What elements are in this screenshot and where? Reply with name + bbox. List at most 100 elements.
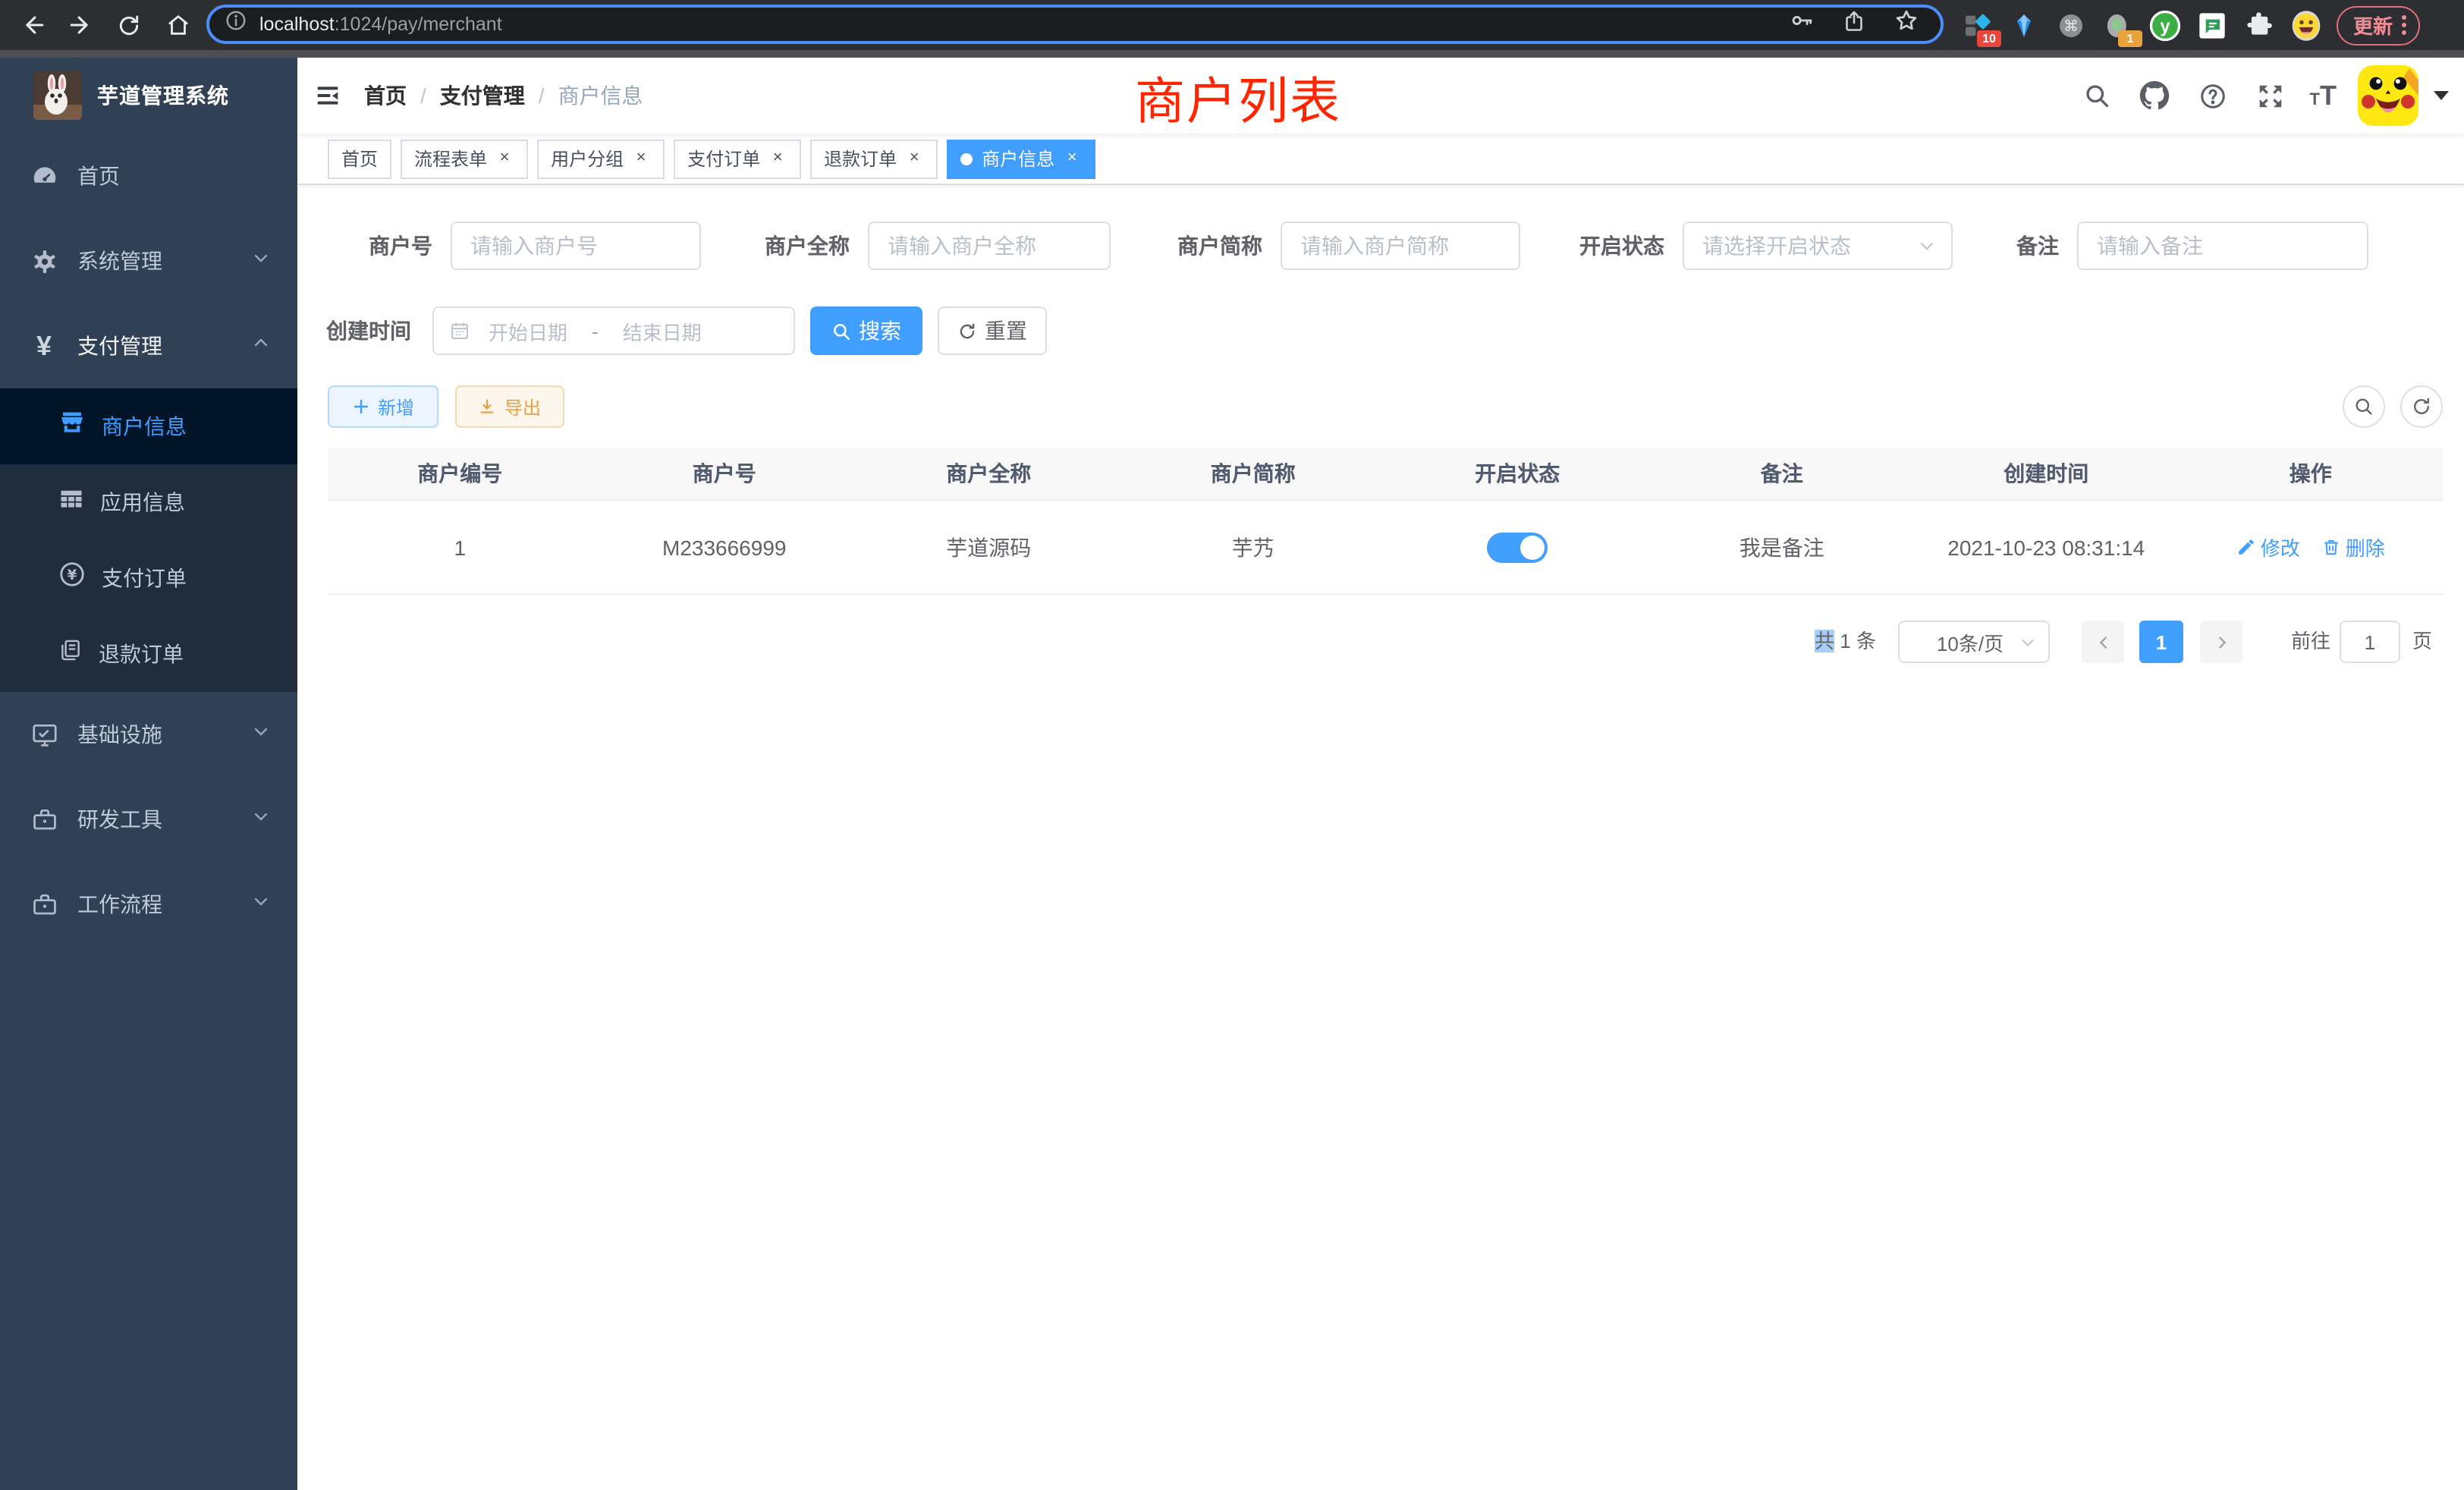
sidebar-item-pay-order[interactable]: ¥ 支付订单 — [0, 540, 297, 616]
show-search-toggle-button[interactable] — [2343, 385, 2385, 428]
toolbox-icon — [26, 801, 62, 838]
header-search-icon[interactable] — [2079, 77, 2116, 114]
page-number-1[interactable]: 1 — [2139, 621, 2183, 663]
browser-update-button[interactable]: 更新 — [2337, 5, 2420, 45]
tab-user-group[interactable]: 用户分组× — [537, 139, 665, 178]
avatar-caret-icon[interactable] — [2434, 91, 2449, 100]
chevron-down-icon — [252, 721, 270, 748]
github-icon[interactable] — [2137, 77, 2173, 114]
extension-yuque-icon[interactable]: y — [2148, 8, 2182, 42]
delete-link[interactable]: 删除 — [2321, 533, 2385, 561]
sidebar-item-workflow[interactable]: 工作流程 — [0, 862, 297, 947]
page-size-select[interactable]: 10条/页 — [1898, 621, 2050, 663]
sidebar-item-home[interactable]: 首页 — [0, 134, 297, 218]
toolbox-icon — [26, 886, 62, 923]
add-button[interactable]: 新增 — [328, 385, 438, 428]
edit-link[interactable]: 修改 — [2236, 533, 2300, 561]
extension-badge: 1 — [2118, 30, 2142, 46]
tab-refund-order[interactable]: 退款订单× — [810, 139, 938, 178]
sidebar-item-merchant-info[interactable]: 商户信息 — [0, 388, 297, 464]
prev-page-button[interactable] — [2082, 621, 2124, 663]
tab-close-icon[interactable]: × — [768, 149, 787, 168]
refresh-icon — [2411, 396, 2432, 417]
browser-forward-icon[interactable] — [61, 5, 100, 45]
refresh-table-button[interactable] — [2400, 385, 2443, 428]
profile-emoji-avatar[interactable] — [2290, 8, 2323, 42]
cell-full-name: 芋道源码 — [856, 501, 1121, 595]
merchant-table: 商户编号 商户号 商户全称 商户简称 开启状态 备注 创建时间 操作 1 M23… — [328, 448, 2443, 595]
sidebar-item-system[interactable]: 系统管理 — [0, 218, 297, 303]
font-size-icon[interactable]: TT — [2310, 80, 2337, 112]
breadcrumb-payment[interactable]: 支付管理 — [440, 80, 525, 111]
goto-page-input[interactable] — [2340, 621, 2400, 663]
date-range-picker[interactable]: 开始日期 - 结束日期 — [432, 306, 795, 355]
status-select[interactable]: 请选择开启状态 — [1683, 222, 1953, 270]
window-divider — [0, 50, 2464, 58]
tab-close-icon[interactable]: × — [1062, 149, 1082, 168]
next-page-button[interactable] — [2200, 621, 2242, 663]
browser-menu-icon[interactable] — [2402, 15, 2406, 35]
extension-gem-icon[interactable] — [2007, 8, 2041, 42]
full-name-input[interactable] — [868, 222, 1111, 270]
tab-merchant-info[interactable]: 商户信息× — [947, 139, 1095, 178]
sidebar-fold-icon[interactable] — [297, 58, 358, 134]
fullscreen-icon[interactable] — [2252, 77, 2289, 114]
breadcrumb-separator: / — [539, 83, 545, 108]
edit-label: 修改 — [2261, 533, 2300, 561]
sidebar-item-payment[interactable]: ¥ 支付管理 — [0, 303, 297, 388]
remark-input[interactable] — [2077, 222, 2368, 270]
browser-back-icon[interactable] — [12, 5, 52, 45]
svg-text:y: y — [2160, 15, 2170, 36]
reset-button[interactable]: 重置 — [938, 306, 1047, 355]
col-actions: 操作 — [2179, 448, 2444, 501]
breadcrumb-home[interactable]: 首页 — [364, 80, 407, 111]
sidebar-item-refund-order[interactable]: 退款订单 — [0, 616, 297, 692]
status-toggle[interactable] — [1487, 532, 1548, 562]
short-name-input[interactable] — [1281, 222, 1520, 270]
share-icon[interactable] — [1842, 8, 1866, 40]
calendar-icon — [449, 320, 470, 341]
sidebar-item-dev-tools[interactable]: 研发工具 — [0, 777, 297, 862]
col-short-name: 商户简称 — [1121, 448, 1386, 501]
chevron-down-icon — [252, 891, 270, 918]
tab-pay-order[interactable]: 支付订单× — [674, 139, 801, 178]
sidebar-item-label: 系统管理 — [77, 246, 162, 276]
sidebar-item-label: 退款订单 — [99, 639, 184, 669]
export-button[interactable]: 导出 — [455, 385, 564, 428]
svg-text:⌘: ⌘ — [2063, 16, 2079, 34]
svg-text:¥: ¥ — [68, 567, 77, 583]
browser-reload-icon[interactable] — [109, 5, 149, 45]
gear-icon — [26, 243, 62, 279]
create-time-label: 创建时间 — [326, 306, 411, 355]
tab-close-icon[interactable]: × — [904, 149, 924, 168]
extension-tampermonkey-icon[interactable]: 10 — [1960, 8, 1994, 42]
tab-home[interactable]: 首页 — [328, 139, 391, 178]
site-info-icon[interactable] — [225, 9, 247, 39]
user-avatar[interactable] — [2358, 65, 2418, 126]
sidebar-item-label: 商户信息 — [102, 411, 187, 442]
extension-badge: 10 — [1977, 30, 2001, 46]
extension-command-icon[interactable]: ⌘ — [2054, 8, 2088, 42]
sidebar-logo[interactable]: 芋道管理系统 — [0, 58, 297, 134]
tab-close-icon[interactable]: × — [631, 149, 651, 168]
sidebar-item-infrastructure[interactable]: 基础设施 — [0, 692, 297, 777]
merchant-no-input[interactable] — [451, 222, 701, 270]
extension-recorder-icon[interactable]: 1 — [2101, 8, 2135, 42]
search-button[interactable]: 搜索 — [810, 306, 922, 355]
date-start-placeholder: 开始日期 — [489, 316, 567, 345]
full-name-label: 商户全称 — [722, 222, 850, 270]
extension-chat-icon[interactable] — [2195, 8, 2229, 42]
delete-label: 删除 — [2346, 533, 2385, 561]
tab-process-form[interactable]: 流程表单× — [401, 139, 528, 178]
url-bar[interactable]: localhost:1024/pay/merchant — [206, 5, 1944, 44]
bookmark-star-icon[interactable] — [1894, 8, 1919, 41]
browser-home-icon[interactable] — [158, 5, 197, 45]
help-icon[interactable] — [2195, 77, 2231, 114]
col-merchant-index: 商户编号 — [328, 448, 592, 501]
extensions-puzzle-icon[interactable] — [2242, 8, 2276, 42]
date-separator: - — [592, 319, 599, 342]
remark-label: 备注 — [1974, 222, 2059, 270]
password-key-icon[interactable] — [1789, 8, 1815, 41]
tab-close-icon[interactable]: × — [495, 149, 514, 168]
sidebar-item-app-info[interactable]: 应用信息 — [0, 464, 297, 540]
